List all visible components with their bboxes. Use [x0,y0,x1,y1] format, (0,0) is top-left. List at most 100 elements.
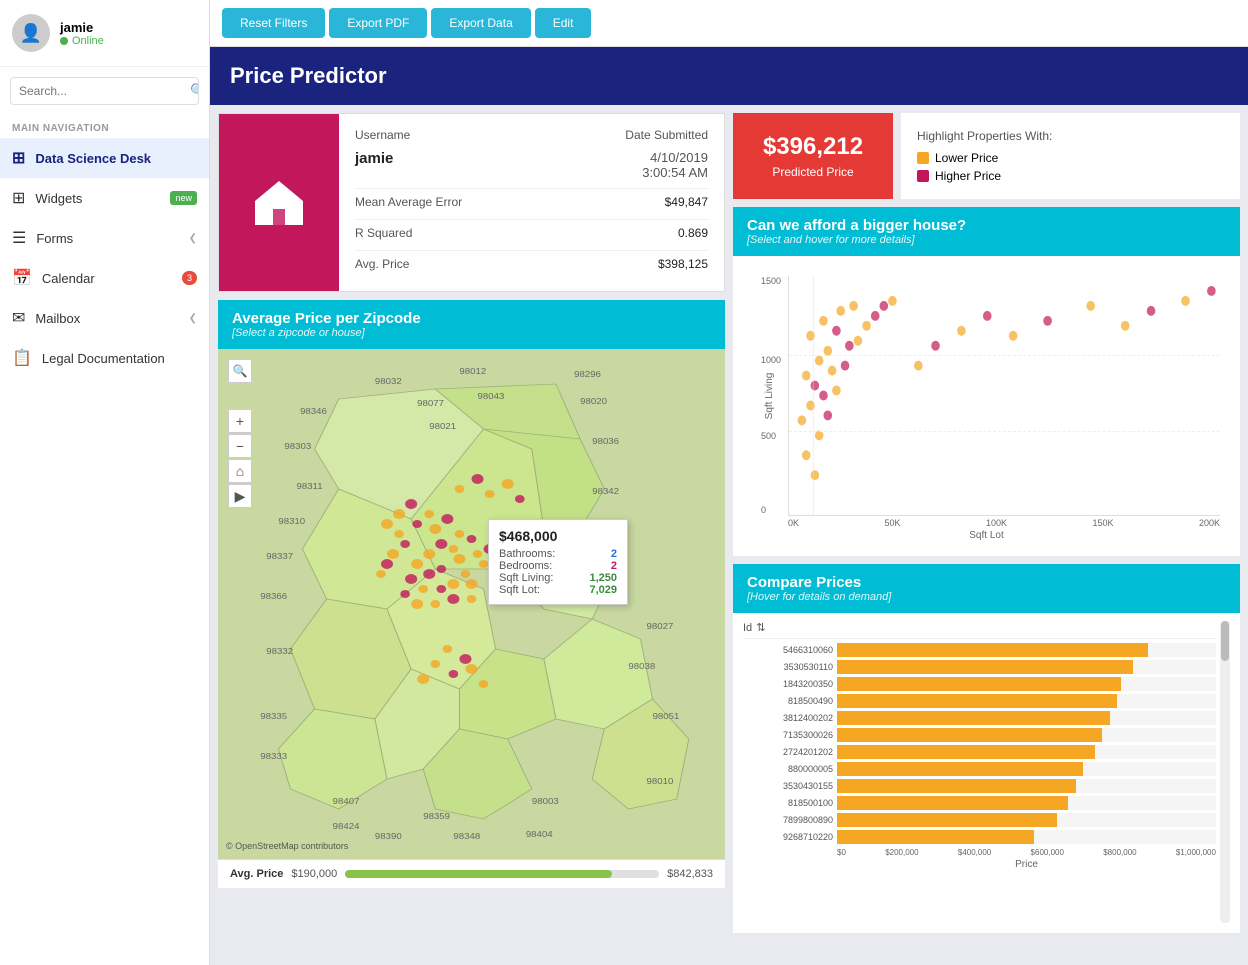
zoom-in-button[interactable]: + [228,409,252,433]
bar-track [837,677,1216,691]
svg-text:98390: 98390 [375,832,402,841]
bar-id-label: 5466310060 [743,645,833,655]
calendar-badge: 3 [182,271,197,285]
bar-id-label: 880000005 [743,764,833,774]
map-search-control[interactable]: 🔍 [228,359,252,383]
mae-val: $49,847 [665,195,708,209]
search-bar[interactable]: 🔍 [10,77,199,105]
sidebar-item-legal-docs[interactable]: 📋 Legal Documentation [0,338,209,378]
map-container[interactable]: 98296 98012 98032 98346 98303 98311 9831… [218,349,725,859]
toolbar: Reset Filters Export PDF Export Data Edi… [210,0,1248,47]
predicted-price-card: $396,212 Predicted Price [733,113,893,199]
bar-chart-header: Compare Prices [Hover for details on dem… [733,564,1240,613]
y-label-0: 0 [761,505,766,515]
scrollbar-thumb[interactable] [1221,621,1229,661]
forward-button[interactable]: ▶ [228,484,252,508]
username-label: jamie [60,20,104,35]
bar-track [837,813,1216,827]
svg-text:98032: 98032 [375,377,402,386]
bar-chart-container: Id ⇅ 5466310060 3530530110 1843200350 81… [733,613,1240,933]
bar-fill [837,711,1110,725]
bar-x-1m: $1,000,000 [1176,848,1216,857]
svg-text:98404: 98404 [526,830,553,839]
svg-text:98348: 98348 [453,832,480,841]
orange-legend-icon [917,152,929,164]
svg-text:98038: 98038 [628,662,655,671]
bar-id-label: 3530530110 [743,662,833,672]
map-section-header: Average Price per Zipcode [Select a zipc… [218,300,725,349]
y-label-1500: 1500 [761,276,781,286]
sidebar-item-mailbox[interactable]: ✉ Mailbox ❮ [0,298,209,338]
sidebar-item-forms[interactable]: ☰ Forms ❮ [0,218,209,258]
info-card-values: jamie 4/10/2019 3:00:54 AM [355,150,708,180]
scatter-plot-inner: 1500 1000 500 0 [788,276,1220,516]
svg-text:98296: 98296 [574,370,601,379]
map-tooltip: $468,000 Bathrooms: 2 Bedrooms: 2 [488,519,628,605]
map-section-subtitle: [Select a zipcode or house] [232,327,711,339]
svg-text:98003: 98003 [532,797,559,806]
info-card-header: Username Date Submitted [355,128,708,142]
home-button[interactable]: ⌂ [228,459,252,483]
export-data-button[interactable]: Export Data [431,8,530,38]
svg-text:98407: 98407 [333,797,360,806]
map-controls: + − ⌂ ▶ [228,409,252,508]
grid-line-1 [789,355,1220,356]
search-input[interactable] [11,78,182,104]
bar-row: 5466310060 [743,643,1216,657]
new-badge: new [170,191,197,205]
bar-row: 818500490 [743,694,1216,708]
export-pdf-button[interactable]: Export PDF [329,8,427,38]
price-slider-track[interactable] [345,870,659,878]
x-label-150k: 150K [1092,518,1113,528]
avg-price-label: Avg. Price [355,257,409,271]
user-status: Online [60,35,104,47]
scatter-section-title: Can we afford a bigger house? [747,217,1226,234]
bar-track [837,745,1216,759]
r-squared-label: R Squared [355,226,412,240]
x-label-100k: 100K [986,518,1007,528]
map-section-title: Average Price per Zipcode [232,310,711,327]
bar-id-label: 818500490 [743,696,833,706]
sidebar-item-label: Forms [36,231,73,246]
bar-id-label: 818500100 [743,798,833,808]
time-value: 3:00:54 AM [642,165,708,180]
r-squared-row: R Squared 0.869 [355,219,708,246]
chevron-right-icon: ❮ [189,233,197,244]
tooltip-bathrooms: Bathrooms: 2 [499,548,617,560]
map-attribution: © OpenStreetMap contributors [226,841,348,851]
bar-row: 3812400202 [743,711,1216,725]
bar-id-label: 1843200350 [743,679,833,689]
price-slider-fill [345,870,612,878]
avg-price-row: Avg. Price $398,125 [355,250,708,277]
tooltip-bedrooms: Bedrooms: 2 [499,560,617,572]
sidebar-item-label: Data Science Desk [35,151,151,166]
map-section: Average Price per Zipcode [Select a zipc… [218,300,725,888]
date-value: 4/10/2019 [642,150,708,165]
svg-text:98366: 98366 [260,592,287,601]
scatter-section-subtitle: [Select and hover for more details] [747,234,1226,246]
pink-legend-icon [917,170,929,182]
zoom-out-button[interactable]: − [228,434,252,458]
search-button[interactable]: 🔍 [182,79,199,103]
status-text: Online [72,35,104,47]
bar-chart-title: Compare Prices [747,574,1226,591]
sidebar-item-data-science-desk[interactable]: ⊞ Data Science Desk [0,138,209,178]
bar-x-labels: $0 $200,000 $400,000 $600,000 $800,000 $… [837,848,1216,857]
bar-fill [837,830,1034,844]
tooltip-sqft-lot-val: 7,029 [589,584,617,596]
top-right-cards: $396,212 Predicted Price Highlight Prope… [733,113,1240,199]
avg-price-val: $398,125 [658,257,708,271]
edit-button[interactable]: Edit [535,8,592,38]
dashboard: Price Predictor Username Date Submitted [210,47,1248,965]
calendar-icon: 📅 [12,268,32,288]
scrollbar[interactable] [1220,621,1230,923]
y-axis-label: Sqft Living [764,373,775,420]
id-col-label: Id [743,622,752,634]
bar-track [837,830,1216,844]
sidebar-item-calendar[interactable]: 📅 Calendar 3 [0,258,209,298]
sidebar-item-widgets[interactable]: ⊞ Widgets new [0,178,209,218]
grid-icon: ⊞ [12,188,25,208]
bar-row: 1843200350 [743,677,1216,691]
sidebar: 👤 jamie Online 🔍 MAIN NAVIGATION ⊞ Data … [0,0,210,965]
reset-filters-button[interactable]: Reset Filters [222,8,325,38]
